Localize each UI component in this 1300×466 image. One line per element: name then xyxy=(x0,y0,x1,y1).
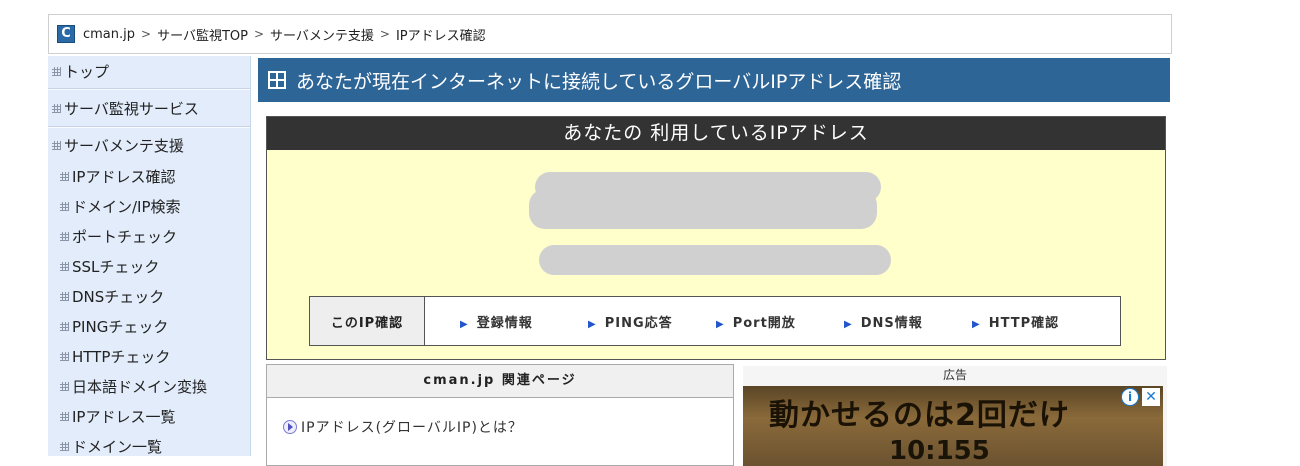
sidebar-item-label: PINGチェック xyxy=(72,318,169,336)
sidebar-item-label: SSLチェック xyxy=(72,258,160,276)
grid-icon xyxy=(60,292,69,301)
sidebar-item-ip-list[interactable]: IPアドレス一覧 xyxy=(60,406,175,427)
sidebar-item-label: ポートチェック xyxy=(72,228,178,246)
grid-icon xyxy=(60,202,69,211)
redacted-hostname xyxy=(539,245,891,275)
grid-icon xyxy=(52,104,61,113)
cman-logo-icon[interactable]: C xyxy=(57,25,75,43)
breadcrumb-separator: > xyxy=(141,27,152,41)
sidebar-item-label: HTTPチェック xyxy=(72,348,171,366)
sidebar-item-label: DNSチェック xyxy=(72,288,165,306)
play-triangle-icon: ▶ xyxy=(972,318,981,330)
sidebar-item-label: IPアドレス一覧 xyxy=(72,408,176,426)
sidebar-item-label: サーバ監視サービス xyxy=(64,100,199,118)
breadcrumb-item-monitor-top[interactable]: サーバ監視TOP xyxy=(157,25,248,44)
ad-info-icon[interactable]: i xyxy=(1121,388,1139,406)
ip-check-label: このIP確認 xyxy=(310,297,425,345)
play-triangle-icon: ▶ xyxy=(844,318,853,330)
sidebar-item-label: ドメイン/IP検索 xyxy=(72,198,181,216)
sidebar-item-label: 日本語ドメイン変換 xyxy=(72,378,208,396)
sidebar-item-domain-list[interactable]: ドメイン一覧 xyxy=(60,436,162,457)
sidebar-item-japanese-domain[interactable]: 日本語ドメイン変換 xyxy=(60,376,207,397)
grid-icon xyxy=(60,322,69,331)
breadcrumb-item-current: IPアドレス確認 xyxy=(395,28,486,44)
circle-arrow-icon xyxy=(283,420,297,434)
ad-headline: 動かせるのは2回だけ xyxy=(769,398,1070,433)
related-link-label: IPアドレス(グローバルIP)とは？ xyxy=(301,420,523,436)
ad-close-icon[interactable]: ✕ xyxy=(1142,388,1160,406)
sidebar-item-ping-check[interactable]: PINGチェック xyxy=(60,316,168,337)
grid-icon xyxy=(60,382,69,391)
sidebar-item-maintenance[interactable]: サーバメンテ支援 xyxy=(52,135,184,156)
grid-icon xyxy=(52,67,61,76)
grid-icon xyxy=(60,262,69,271)
play-triangle-icon: ▶ xyxy=(716,318,725,330)
sidebar-item-http-check[interactable]: HTTPチェック xyxy=(60,346,170,367)
link-dns-info[interactable]: ▶ DNS情報 xyxy=(844,312,923,331)
grid-icon xyxy=(60,412,69,421)
link-registration-info[interactable]: ▶ 登録情報 xyxy=(460,312,533,331)
play-triangle-icon: ▶ xyxy=(588,318,597,330)
sidebar-item-top[interactable]: トップ xyxy=(52,61,109,82)
play-triangle-icon: ▶ xyxy=(460,318,469,330)
sidebar-divider xyxy=(48,88,250,90)
breadcrumb-item-maintenance[interactable]: サーバメンテ支援 xyxy=(270,25,374,44)
breadcrumb-item-home[interactable]: cman.jp xyxy=(83,27,135,42)
page-title: あなたが現在インターネットに接続しているグローバルIPアドレス確認 xyxy=(296,70,902,93)
related-pages-heading: cman.jp 関連ページ xyxy=(267,365,733,398)
link-http-check[interactable]: ▶ HTTP確認 xyxy=(972,312,1059,331)
ip-box-heading: あなたの 利用しているIPアドレス xyxy=(267,117,1165,150)
sidebar-item-label: トップ xyxy=(64,63,110,81)
sidebar-item-ssl-check[interactable]: SSLチェック xyxy=(60,256,159,277)
sidebar-item-dns-check[interactable]: DNSチェック xyxy=(60,286,164,307)
redacted-ip-address xyxy=(529,189,877,229)
ad-panel: 広告 動かせるのは2回だけ 10:155 i ✕ xyxy=(743,366,1167,466)
sidebar-item-domain-search[interactable]: ドメイン/IP検索 xyxy=(60,196,181,217)
grid-icon xyxy=(52,141,61,150)
ad-label: 広告 xyxy=(942,368,967,382)
ip-address-box: あなたの 利用しているIPアドレス このIP確認 ▶ 登録情報 ▶ PING応答 ▶… xyxy=(266,116,1166,360)
ip-check-bar: このIP確認 ▶ 登録情報 ▶ PING応答 ▶ Port開放 ▶ DNS情報 ▶ HTT… xyxy=(309,296,1121,346)
link-port-open[interactable]: ▶ Port開放 xyxy=(716,312,796,331)
related-link-ip-about[interactable]: IPアドレス(グローバルIP)とは？ xyxy=(283,417,523,437)
ad-banner[interactable]: 動かせるのは2回だけ 10:155 i ✕ xyxy=(743,386,1163,466)
related-pages-panel: cman.jp 関連ページ IPアドレス(グローバルIP)とは？ xyxy=(266,364,734,466)
sidebar-item-monitoring[interactable]: サーバ監視サービス xyxy=(52,98,199,119)
breadcrumb-separator: > xyxy=(379,27,390,41)
grid-icon xyxy=(60,172,69,181)
link-ping-response[interactable]: ▶ PING応答 xyxy=(588,312,673,331)
sidebar-item-label: ドメイン一覧 xyxy=(72,438,163,456)
breadcrumb-separator: > xyxy=(253,27,265,41)
page-title-bar: あなたが現在インターネットに接続しているグローバルIPアドレス確認 xyxy=(258,58,1170,102)
sidebar-divider xyxy=(48,126,250,128)
window-grid-icon xyxy=(268,71,286,89)
grid-icon xyxy=(60,352,69,361)
breadcrumb: C cman.jp > サーバ監視TOP > サーバメンテ支援 > IPアドレス… xyxy=(48,14,1172,54)
sidebar-item-port-check[interactable]: ポートチェック xyxy=(60,226,177,247)
grid-icon xyxy=(60,232,69,241)
sidebar-item-label: IPアドレス確認 xyxy=(72,168,176,186)
page-frame: C cman.jp > サーバ監視TOP > サーバメンテ支援 > IPアドレス… xyxy=(48,14,1172,466)
sidebar-item-ip-check[interactable]: IPアドレス確認 xyxy=(60,166,175,187)
ad-subtext: 10:155 xyxy=(889,436,990,466)
sidebar: トップ サーバ監視サービス サーバメンテ支援 IPアドレス確認 ドメイン/IP検… xyxy=(48,56,251,456)
sidebar-item-label: サーバメンテ支援 xyxy=(64,137,184,155)
